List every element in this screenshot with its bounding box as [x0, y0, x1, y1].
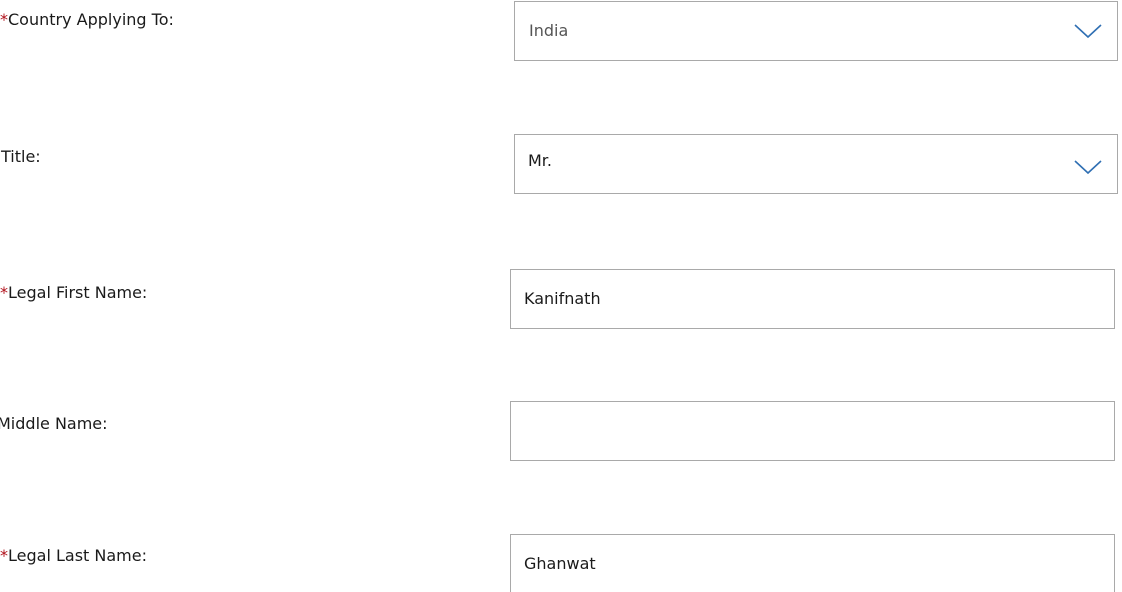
last-name-value: Ghanwat — [524, 554, 596, 573]
chevron-down-icon[interactable] — [1073, 23, 1103, 39]
country-select-value: India — [529, 21, 569, 40]
title-label: Title: — [1, 147, 41, 167]
middle-name-label-text: Middle Name: — [0, 414, 108, 433]
personal-info-form: *Country Applying To: India Title: Mr. *… — [0, 0, 1122, 592]
first-name-label: *Legal First Name: — [0, 283, 147, 303]
required-marker: * — [0, 546, 8, 565]
middle-name-label: Middle Name: — [0, 414, 108, 434]
title-select[interactable]: Mr. — [514, 134, 1118, 194]
required-marker: * — [0, 283, 8, 302]
chevron-down-icon[interactable] — [1073, 159, 1103, 175]
last-name-label-text: Legal Last Name: — [8, 546, 147, 565]
required-marker: * — [0, 10, 8, 29]
last-name-label: *Legal Last Name: — [0, 546, 147, 566]
title-select-value: Mr. — [528, 151, 552, 171]
first-name-value: Kanifnath — [524, 289, 601, 308]
country-label: *Country Applying To: — [0, 10, 174, 30]
title-label-text: Title: — [1, 147, 41, 166]
last-name-field[interactable]: Ghanwat — [510, 534, 1115, 592]
first-name-label-text: Legal First Name: — [8, 283, 148, 302]
middle-name-field[interactable] — [510, 401, 1115, 461]
country-label-text: Country Applying To: — [8, 10, 174, 29]
country-select[interactable]: India — [514, 1, 1118, 61]
first-name-field[interactable]: Kanifnath — [510, 269, 1115, 329]
